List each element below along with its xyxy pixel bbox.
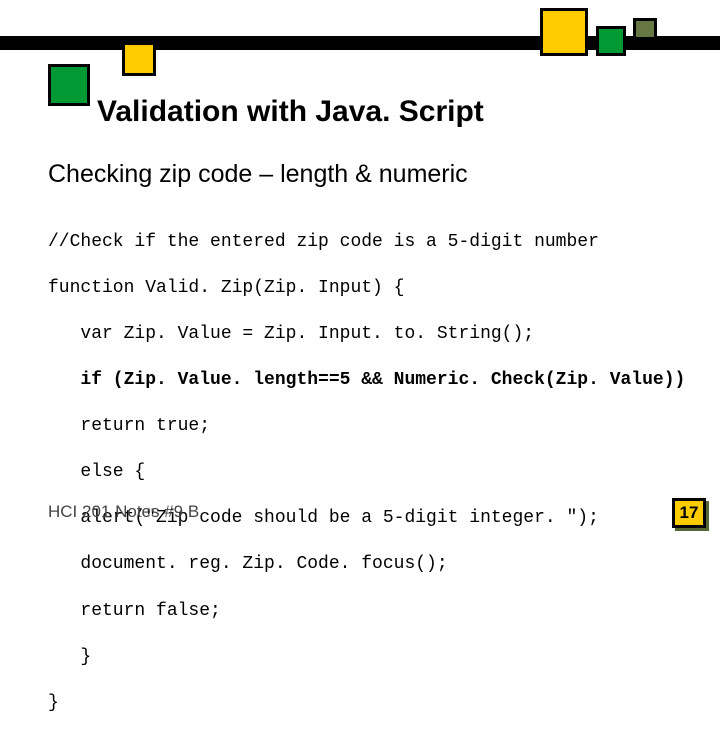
- decoration-square-darkgreen: [633, 18, 657, 40]
- decoration-square-yellow: [540, 8, 588, 56]
- footer-text: HCI 201 Notes #9 B: [48, 502, 199, 522]
- code-line: }: [48, 646, 685, 669]
- decoration-square-green: [596, 26, 626, 56]
- code-line: var Zip. Value = Zip. Input. to. String(…: [48, 323, 685, 346]
- code-line: if (Zip. Value. length==5 && Numeric. Ch…: [48, 369, 685, 392]
- code-line: return false;: [48, 600, 685, 623]
- slide-title: Validation with Java. Script: [97, 95, 484, 129]
- code-line: function Valid. Zip(Zip. Input) {: [48, 277, 685, 300]
- code-line: //Check if the entered zip code is a 5-d…: [48, 231, 685, 254]
- decoration-square-green-large: [48, 64, 90, 106]
- slide-subtitle: Checking zip code – length & numeric: [48, 160, 468, 189]
- code-block: //Check if the entered zip code is a 5-d…: [48, 208, 685, 738]
- decoration-square-yellow-small: [122, 42, 156, 76]
- code-line: else {: [48, 461, 685, 484]
- code-line: return true;: [48, 415, 685, 438]
- code-line: document. reg. Zip. Code. focus();: [48, 553, 685, 576]
- page-number: 17: [680, 503, 699, 523]
- page-number-badge: 17: [672, 498, 706, 528]
- code-line: }: [48, 692, 685, 715]
